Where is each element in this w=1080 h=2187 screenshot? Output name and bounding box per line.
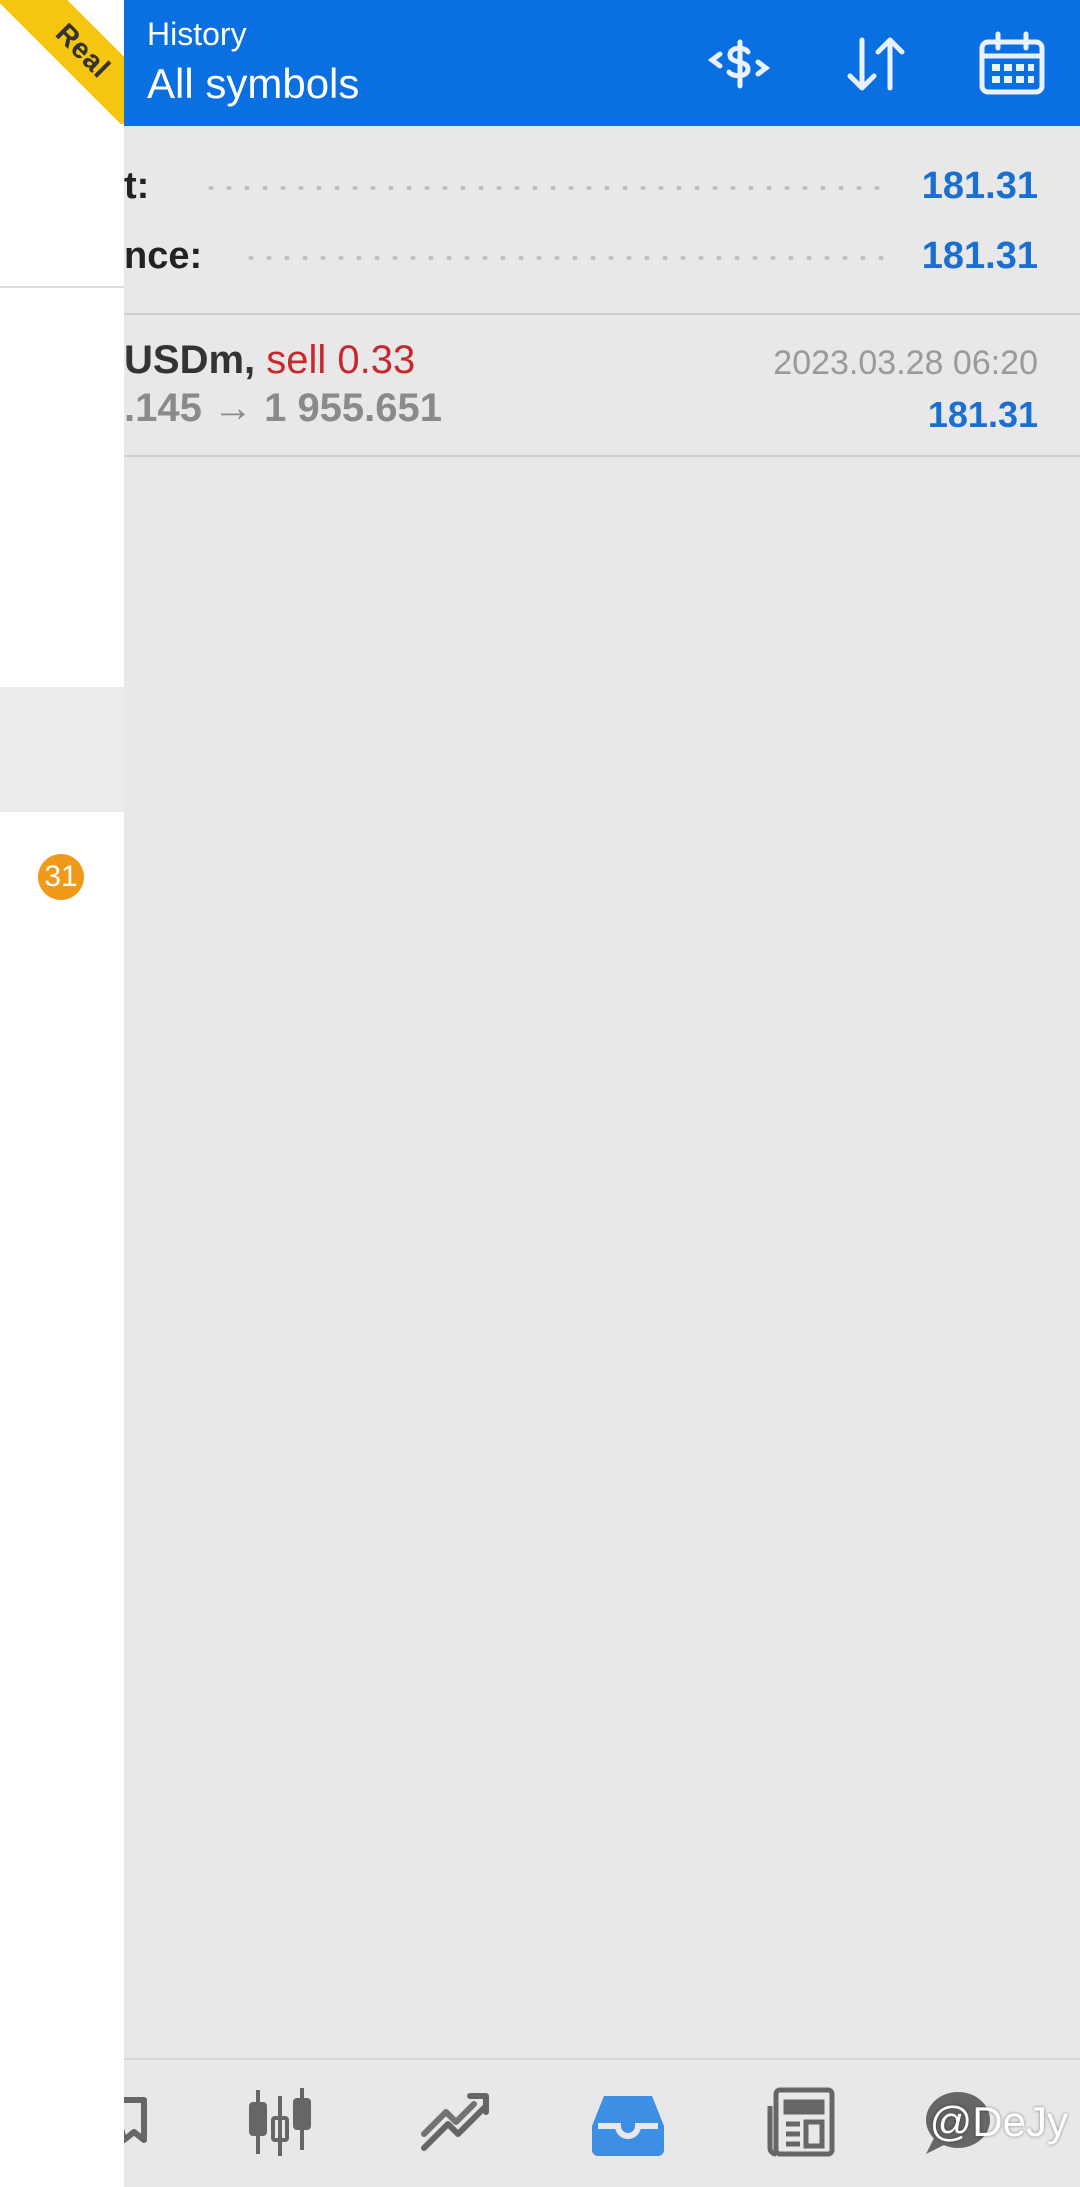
drawer-selected-item[interactable] — [0, 687, 124, 812]
dotted-leader — [242, 256, 886, 260]
profit-label: t: — [124, 165, 150, 207]
drawer-divider — [0, 286, 124, 288]
balance-label: nce: — [124, 235, 203, 277]
summary-balance-row: nce: 181.31 — [124, 226, 1080, 286]
trade-symbol-line: USDm, sell 0.33 — [124, 338, 415, 383]
trade-row[interactable]: USDm, sell 0.33 .145 → 1 955.651 2023.03… — [124, 316, 1080, 456]
history-icon[interactable] — [588, 2082, 668, 2162]
header-subtitle: History — [147, 16, 247, 52]
header-title[interactable]: All symbols — [147, 60, 359, 108]
trade-icon[interactable] — [414, 2082, 494, 2162]
trade-symbol: USDm, — [124, 338, 256, 382]
balance-value: 181.31 — [921, 235, 1038, 277]
notification-badge: 31 — [38, 854, 84, 900]
dotted-leader — [202, 186, 886, 190]
top-app-bar: History All symbols — [0, 0, 1080, 126]
divider — [124, 455, 1080, 457]
trade-prices: .145 → 1 955.651 — [124, 386, 443, 430]
summary-profit-row: t: 181.31 — [124, 156, 1080, 216]
profit-value: 181.31 — [921, 165, 1038, 207]
currency-exchange-icon[interactable] — [702, 28, 774, 100]
chart-icon[interactable] — [240, 2082, 320, 2162]
navigation-drawer[interactable]: 31 — [0, 0, 124, 2187]
sort-icon[interactable] — [840, 28, 912, 100]
trade-time: 2023.03.28 06:20 — [773, 344, 1038, 382]
divider — [124, 313, 1080, 315]
trade-profit: 181.31 — [927, 394, 1038, 435]
news-icon[interactable] — [762, 2082, 842, 2162]
trade-direction: sell 0.33 — [266, 338, 416, 382]
account-type-label: Real — [50, 17, 117, 84]
watermark: @DeJy — [929, 2098, 1068, 2145]
account-type-ribbon: Real — [0, 0, 124, 124]
calendar-icon[interactable] — [976, 28, 1048, 100]
